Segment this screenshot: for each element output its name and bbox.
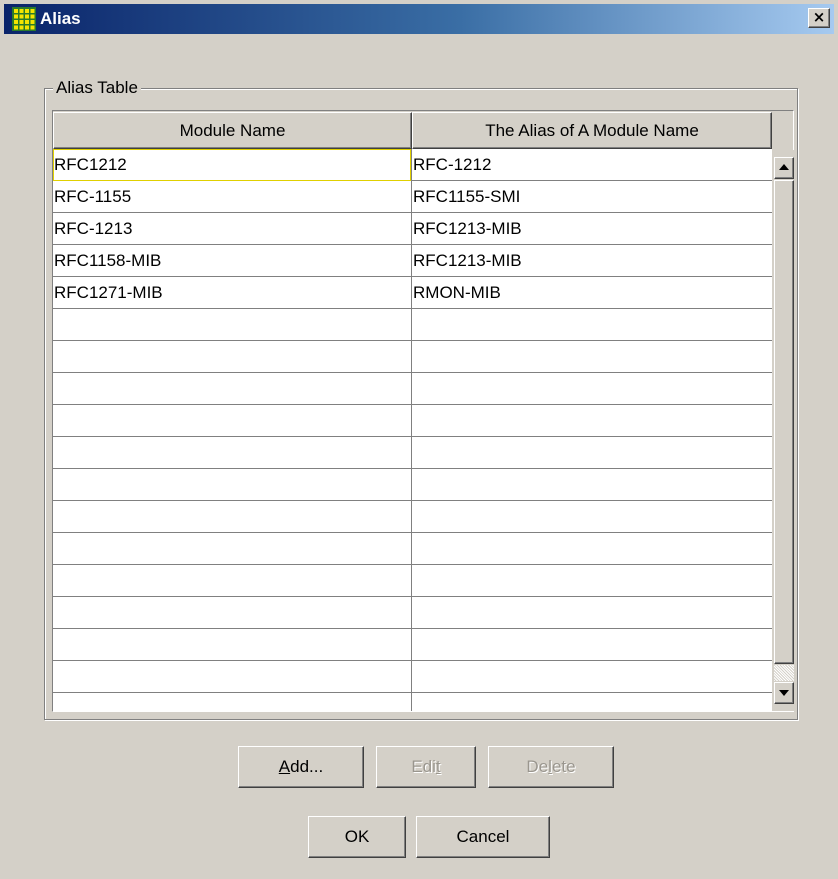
module-name-cell[interactable] — [53, 661, 411, 692]
table-row[interactable] — [53, 469, 772, 501]
vertical-scrollbar[interactable] — [774, 150, 794, 711]
alias-cell[interactable] — [412, 341, 772, 372]
arrow-up-icon — [779, 164, 789, 170]
window-title: Alias — [40, 9, 81, 28]
table-row[interactable] — [53, 501, 772, 533]
table-row[interactable] — [53, 661, 772, 693]
module-name-cell[interactable] — [53, 597, 411, 628]
table-row[interactable] — [53, 341, 772, 373]
module-name-cell[interactable]: RFC-1213 — [53, 213, 411, 244]
module-name-cell[interactable] — [53, 533, 411, 564]
alias-cell[interactable]: RMON-MIB — [412, 277, 772, 308]
title-bar[interactable]: Alias × — [4, 4, 834, 34]
table-row[interactable] — [53, 533, 772, 565]
alias-dialog: Alias × Alias Table Module Name The Alia… — [0, 0, 838, 879]
alias-cell[interactable]: RFC-1212 — [412, 149, 772, 180]
delete-label-post: ete — [551, 757, 576, 776]
table-row[interactable] — [53, 597, 772, 629]
module-name-cell[interactable]: RFC1212 — [53, 149, 411, 180]
alias-cell[interactable] — [412, 661, 772, 692]
table-row[interactable] — [53, 309, 772, 341]
alias-cell[interactable]: RFC1155-SMI — [412, 181, 772, 212]
table-row[interactable] — [53, 565, 772, 597]
add-label-post: dd... — [290, 757, 324, 776]
alias-cell[interactable]: RFC1213-MIB — [412, 213, 772, 244]
table-row[interactable] — [53, 629, 772, 661]
alias-cell[interactable] — [412, 629, 772, 660]
alias-cell[interactable] — [412, 437, 772, 468]
module-name-cell[interactable] — [53, 309, 411, 340]
alias-cell[interactable] — [412, 597, 772, 628]
add-button[interactable]: Add... — [238, 746, 364, 788]
scroll-track[interactable] — [774, 665, 794, 681]
close-button[interactable]: × — [808, 8, 830, 28]
alias-cell[interactable] — [412, 693, 772, 711]
table-row[interactable]: RFC-1213 RFC1213-MIB — [53, 213, 772, 245]
module-name-cell[interactable] — [53, 565, 411, 596]
scroll-up-button[interactable] — [774, 157, 794, 179]
delete-button[interactable]: Delete — [488, 746, 614, 788]
scroll-thumb[interactable] — [774, 180, 794, 664]
alias-cell[interactable] — [412, 469, 772, 500]
table-row[interactable]: RFC1212 RFC-1212 — [53, 149, 772, 181]
alias-table-body[interactable]: RFC1212 RFC-1212 RFC-1155 RFC1155-SMI RFC-12… — [53, 149, 772, 711]
module-name-cell[interactable] — [53, 373, 411, 404]
module-name-cell[interactable] — [53, 501, 411, 532]
table-row[interactable] — [53, 405, 772, 437]
module-name-cell[interactable] — [53, 693, 411, 711]
edit-label-pre: Edi — [411, 757, 436, 776]
module-name-cell[interactable] — [53, 405, 411, 436]
alias-cell[interactable] — [412, 373, 772, 404]
table-row[interactable] — [53, 373, 772, 405]
alias-cell[interactable] — [412, 533, 772, 564]
alias-cell[interactable] — [412, 405, 772, 436]
grid-app-icon — [12, 7, 36, 31]
ok-button[interactable]: OK — [308, 816, 406, 858]
table-row[interactable]: RFC1158-MIB RFC1213-MIB — [53, 245, 772, 277]
scroll-down-button[interactable] — [774, 682, 794, 704]
delete-label-pre: De — [526, 757, 549, 776]
cancel-button[interactable]: Cancel — [416, 816, 550, 858]
alias-cell[interactable] — [412, 309, 772, 340]
group-label: Alias Table — [53, 77, 141, 99]
module-name-cell[interactable] — [53, 437, 411, 468]
table-row[interactable]: RFC1271-MIB RMON-MIB — [53, 277, 772, 309]
table-row[interactable] — [53, 437, 772, 469]
add-label-mnemonic: A — [278, 757, 291, 776]
edit-button[interactable]: Edit — [376, 746, 476, 788]
arrow-down-icon — [779, 690, 789, 696]
alias-cell[interactable]: RFC1213-MIB — [412, 245, 772, 276]
module-name-cell[interactable] — [53, 341, 411, 372]
module-name-cell[interactable]: RFC1271-MIB — [53, 277, 411, 308]
table-row[interactable] — [53, 693, 772, 711]
alias-cell[interactable] — [412, 501, 772, 532]
module-name-cell[interactable] — [53, 629, 411, 660]
table-row[interactable]: RFC-1155 RFC1155-SMI — [53, 181, 772, 213]
edit-label-mnemonic: t — [435, 757, 441, 776]
module-name-cell[interactable]: RFC1158-MIB — [53, 245, 411, 276]
column-header-alias[interactable]: The Alias of A Module Name — [412, 112, 772, 149]
alias-cell[interactable] — [412, 565, 772, 596]
module-name-cell[interactable] — [53, 469, 411, 500]
column-header-module-name[interactable]: Module Name — [53, 112, 412, 149]
module-name-cell[interactable]: RFC-1155 — [53, 181, 411, 212]
